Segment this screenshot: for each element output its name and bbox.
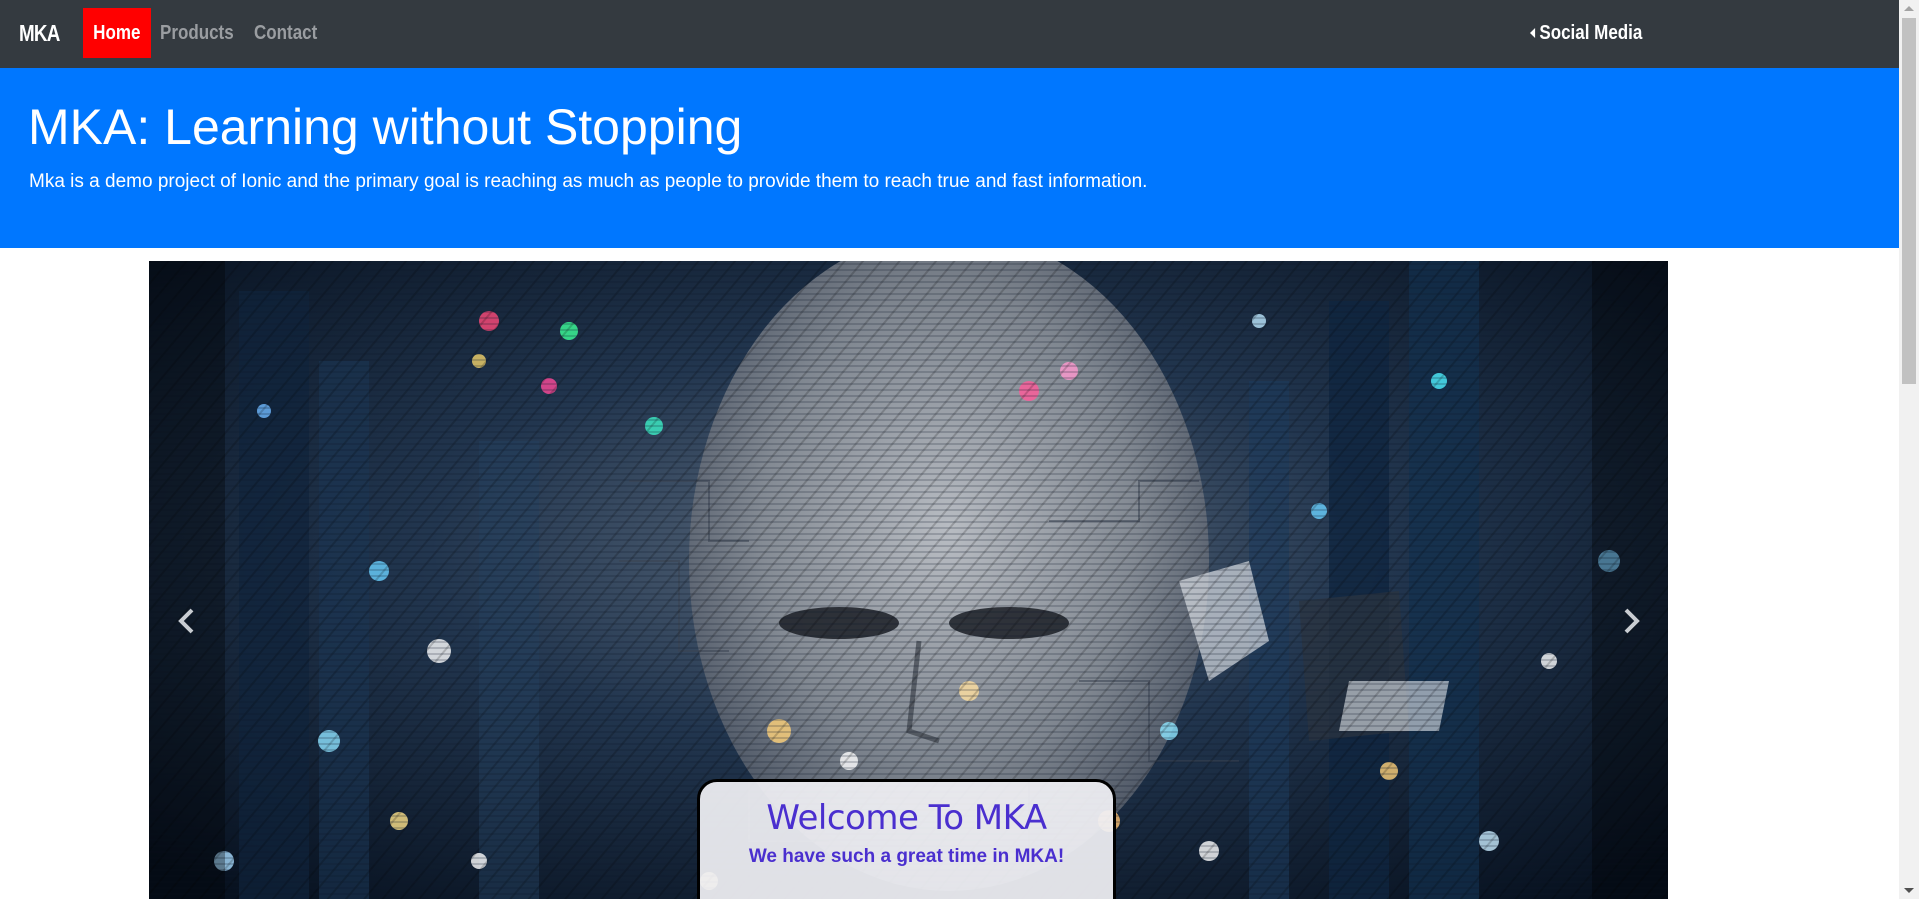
scroll-up-arrow-icon[interactable] — [1904, 6, 1914, 11]
social-media-dropdown[interactable]: Social Media — [1530, 8, 1642, 58]
caret-left-icon — [1530, 27, 1536, 38]
nav-contact-link[interactable]: Contact — [254, 8, 317, 58]
caption-heading: Welcome To MKA — [766, 798, 1047, 838]
scrollbar-thumb[interactable] — [1902, 18, 1916, 384]
top-navbar: MKA Home Products Contact Social Media — [0, 0, 1899, 68]
carousel-prev-button[interactable] — [167, 601, 207, 641]
nav-home-label: Home — [93, 22, 141, 44]
image-carousel: Welcome To MKA We have such a great time… — [149, 261, 1668, 899]
carousel-next-button[interactable] — [1611, 601, 1651, 641]
nav-products-link[interactable]: Products — [160, 8, 234, 58]
hero-subtitle: Mka is a demo project of Ionic and the p… — [29, 171, 1148, 192]
vertical-scrollbar[interactable] — [1899, 0, 1919, 899]
carousel-caption: Welcome To MKA We have such a great time… — [697, 779, 1116, 899]
hero-title: MKA: Learning without Stopping — [28, 99, 743, 155]
chevron-right-icon — [1624, 608, 1640, 634]
chevron-left-icon — [178, 608, 194, 634]
carousel-left-shade — [149, 261, 225, 899]
social-media-label: Social Media — [1539, 22, 1643, 44]
nav-home-link[interactable]: Home — [83, 8, 151, 58]
caption-text: We have such a great time in MKA! — [748, 846, 1065, 867]
hero-banner: MKA: Learning without Stopping Mka is a … — [0, 68, 1899, 248]
carousel-right-shade — [1592, 261, 1668, 899]
brand-logo[interactable]: MKA — [19, 0, 60, 68]
scroll-down-arrow-icon[interactable] — [1904, 888, 1914, 893]
